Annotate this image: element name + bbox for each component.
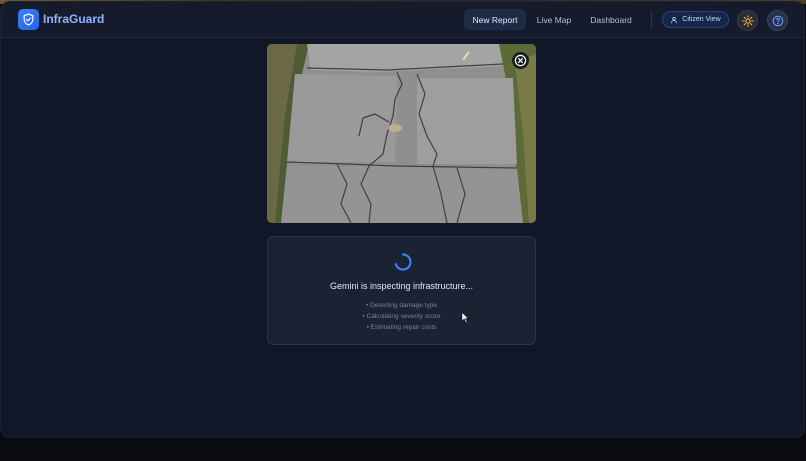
top-navbar: InfraGuard New Report Live Map Dashboard…	[1, 2, 804, 38]
close-circle-icon	[514, 54, 527, 67]
analysis-status-text: Gemini is inspecting infrastructure...	[329, 281, 474, 291]
sun-icon	[741, 14, 754, 27]
uploaded-photo	[267, 44, 536, 223]
mouse-cursor-icon	[461, 311, 470, 324]
help-circle-icon	[772, 15, 783, 26]
help-button[interactable]	[767, 10, 788, 31]
loading-spinner-icon	[394, 253, 412, 271]
citizen-view-label: Citizen View	[682, 16, 721, 23]
citizen-view-button[interactable]: Citizen View	[662, 11, 729, 28]
desktop-background-bottom	[0, 438, 806, 461]
app-name[interactable]: InfraGuard	[43, 12, 104, 26]
analysis-status-card: Gemini is inspecting infrastructure... •…	[267, 236, 536, 345]
nav-live-map[interactable]: Live Map	[531, 9, 577, 30]
user-icon	[671, 16, 678, 23]
nav-divider	[651, 11, 652, 29]
analysis-step: • Estimating repair costs	[366, 324, 437, 331]
nav-dashboard[interactable]: Dashboard	[585, 9, 637, 30]
analysis-step: • Detecting damage type	[366, 302, 437, 309]
theme-toggle-button[interactable]	[737, 10, 758, 31]
remove-photo-button[interactable]	[512, 52, 529, 69]
nav-new-report[interactable]: New Report	[464, 9, 526, 30]
shield-check-icon	[23, 13, 34, 26]
analysis-step: • Calculating severity score	[362, 313, 441, 320]
logo-badge[interactable]	[18, 9, 39, 30]
